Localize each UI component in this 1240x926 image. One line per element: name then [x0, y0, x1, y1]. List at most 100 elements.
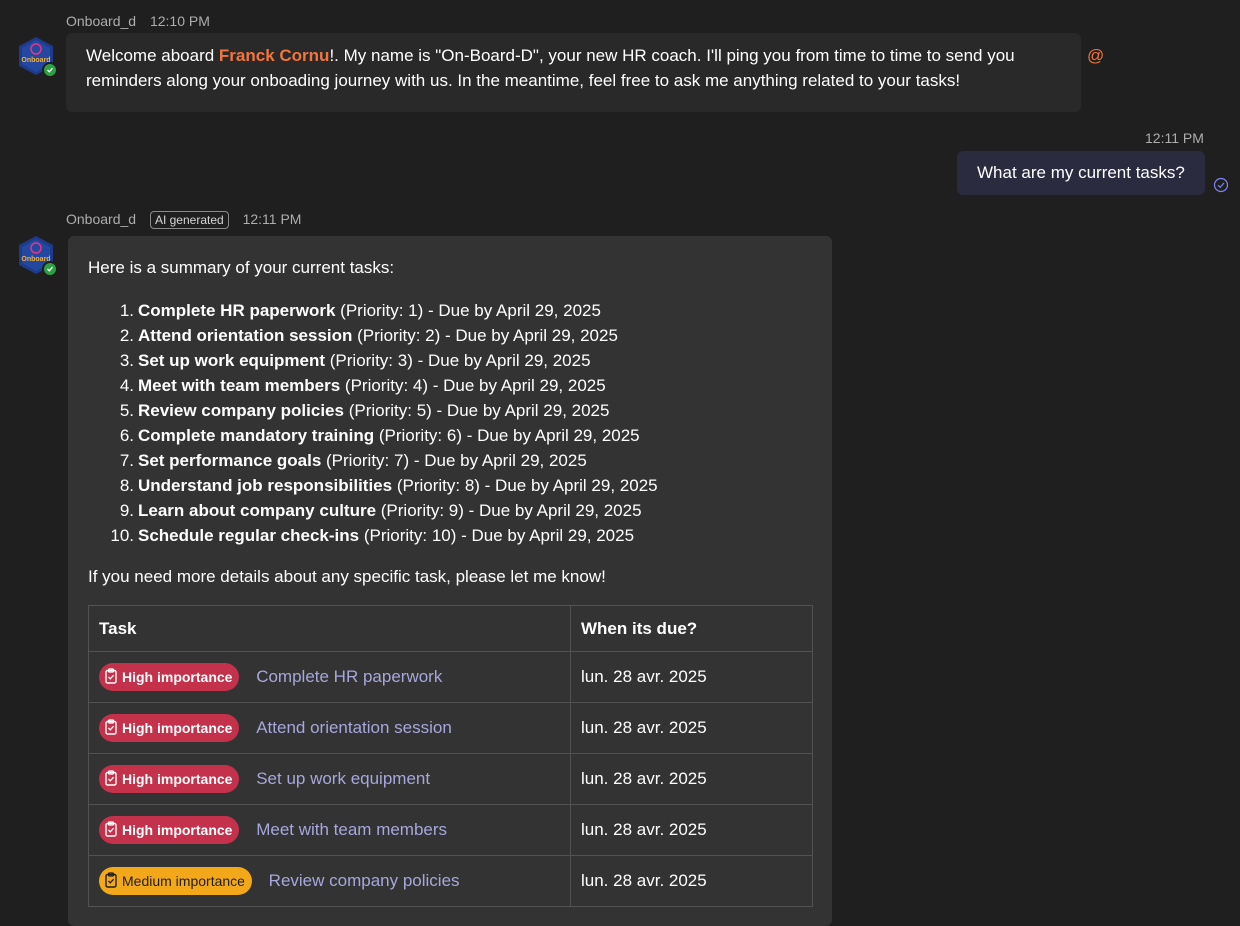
task-cell: High importance Complete HR paperwork [88, 651, 571, 703]
column-header-task: Task [88, 605, 571, 652]
message-header-2: Onboard_d AI generated 12:11 PM [66, 211, 301, 229]
task-title: Learn about company culture [138, 501, 377, 520]
list-item: 8. Understand job responsibilities (Prior… [120, 473, 658, 498]
task-details: (Priority: 6) - Due by April 29, 2025 [374, 426, 640, 445]
task-details: (Priority: 1) - Due by April 29, 2025 [335, 301, 601, 320]
task-details: (Priority: 5) - Due by April 29, 2025 [343, 401, 610, 420]
bot-avatar-2[interactable]: Onboard [16, 235, 58, 277]
list-number: 4. [119, 376, 134, 395]
user-message-bubble: What are my current tasks? [957, 151, 1205, 195]
user-message-text: What are my current tasks? [977, 163, 1185, 182]
task-details: (Priority: 3) - Due by April 29, 2025 [325, 351, 591, 370]
importance-badge: High importance [99, 816, 240, 844]
task-details: (Priority: 10) - Due by April 29, 2025 [359, 526, 635, 545]
importance-badge: High importance [99, 663, 240, 691]
user-mention[interactable]: Franck Cornu [219, 46, 330, 65]
task-title: Complete HR paperwork [138, 301, 336, 320]
read-receipt-icon [1213, 177, 1229, 198]
welcome-text-start: Welcome aboard [86, 46, 219, 65]
message-timestamp: 12:10 PM [149, 13, 210, 29]
table-row: High importance Set up work equipment lu… [88, 753, 813, 805]
summary-outro: If you need more details about any speci… [88, 567, 606, 586]
column-header-due: When its due? [570, 605, 813, 652]
importance-badge: Medium importance [99, 867, 252, 895]
list-number: 1. [119, 301, 134, 320]
clipboard-icon [105, 667, 117, 687]
task-cell: High importance Attend orientation sessi… [88, 702, 571, 754]
task-title: Complete mandatory training [138, 426, 375, 445]
welcome-text-line2: reminders along your onboading journey w… [86, 71, 961, 90]
mention-at-icon: @ [1087, 46, 1105, 65]
task-title: Meet with team members [138, 376, 341, 395]
clipboard-icon [105, 820, 117, 840]
list-item: 2. Attend orientation session (Priority: … [120, 323, 658, 348]
sender-name-2: Onboard_d [66, 211, 137, 227]
message-header: Onboard_d 12:10 PM [66, 13, 210, 29]
list-number: 3. [119, 351, 134, 370]
task-title: Understand job responsibilities [138, 476, 393, 495]
due-date-cell: lun. 28 avr. 2025 [570, 804, 813, 856]
task-title: Attend orientation session [138, 326, 353, 345]
importance-label: High importance [122, 771, 233, 787]
task-link[interactable]: Set up work equipment [256, 769, 430, 788]
ai-generated-badge[interactable]: AI generated [149, 211, 229, 229]
list-item: 9. Learn about company culture (Priority:… [120, 498, 658, 523]
importance-label: Medium importance [122, 873, 245, 889]
clipboard-icon [105, 769, 117, 789]
task-details: (Priority: 4) - Due by April 29, 2025 [340, 376, 606, 395]
list-item: 4. Meet with team members (Priority: 4) -… [120, 373, 658, 398]
summary-intro: Here is a summary of your current tasks: [88, 258, 395, 277]
clipboard-icon [105, 718, 117, 738]
importance-label: High importance [122, 720, 233, 736]
task-details: (Priority: 7) - Due by April 29, 2025 [321, 451, 587, 470]
list-number: 7. [119, 451, 134, 470]
task-details: (Priority: 2) - Due by April 29, 2025 [352, 326, 618, 345]
task-title: Set up work equipment [138, 351, 326, 370]
task-details: (Priority: 9) - Due by April 29, 2025 [376, 501, 642, 520]
importance-label: High importance [122, 669, 233, 685]
clipboard-icon [105, 871, 117, 891]
due-date-cell: lun. 28 avr. 2025 [570, 702, 813, 754]
task-details: (Priority: 8) - Due by April 29, 2025 [392, 476, 658, 495]
welcome-text: Welcome aboard Franck Cornu!. My name is… [86, 43, 1076, 93]
table-row: High importance Meet with team members l… [88, 804, 813, 856]
task-title: Review company policies [138, 401, 344, 420]
task-summary-list: 1. Complete HR paperwork (Priority: 1) - … [110, 298, 658, 548]
list-item: 10. Schedule regular check-ins (Priority:… [110, 523, 658, 548]
list-item: 3. Set up work equipment (Priority: 3) - … [120, 348, 658, 373]
list-number: 2. [119, 326, 134, 345]
message-bubble-welcome: Welcome aboard Franck Cornu!. My name is… [66, 33, 1081, 112]
list-number: 8. [119, 476, 134, 495]
due-date-cell: lun. 28 avr. 2025 [570, 753, 813, 805]
table-row: Medium importance Review company policie… [88, 855, 813, 907]
importance-badge: High importance [99, 765, 240, 793]
sender-name: Onboard_d [66, 13, 137, 29]
welcome-text-line1: !. My name is "On-Board-D", your new HR … [329, 46, 1015, 65]
ai-response-card: Here is a summary of your current tasks:… [68, 236, 832, 926]
task-cell: High importance Meet with team members [88, 804, 571, 856]
importance-badge: High importance [99, 714, 240, 742]
due-date-cell: lun. 28 avr. 2025 [570, 651, 813, 703]
task-link[interactable]: Meet with team members [256, 820, 447, 839]
task-link[interactable]: Complete HR paperwork [256, 667, 442, 686]
bot-avatar[interactable]: Onboard [16, 36, 58, 78]
list-item: 6. Complete mandatory training (Priority:… [120, 423, 658, 448]
importance-label: High importance [122, 822, 233, 838]
due-date-cell: lun. 28 avr. 2025 [570, 855, 813, 907]
task-link[interactable]: Attend orientation session [256, 718, 452, 737]
presence-available-icon [42, 62, 58, 78]
list-number: 6. [119, 426, 134, 445]
list-number: 5. [119, 401, 134, 420]
task-title: Schedule regular check-ins [138, 526, 360, 545]
task-title: Set performance goals [138, 451, 322, 470]
list-item: 7. Set performance goals (Priority: 7) - … [120, 448, 658, 473]
task-link[interactable]: Review company policies [269, 871, 460, 890]
list-number: 9. [119, 501, 134, 520]
table-row: High importance Complete HR paperwork lu… [88, 651, 813, 703]
user-message-timestamp: 12:11 PM [1145, 130, 1204, 146]
list-item: 1. Complete HR paperwork (Priority: 1) - … [120, 298, 658, 323]
table-header-row: Task When its due? [88, 605, 813, 652]
task-cell: Medium importance Review company policie… [88, 855, 571, 907]
message-timestamp-2: 12:11 PM [242, 211, 302, 227]
task-table: Task When its due? High importance Compl… [88, 605, 813, 907]
